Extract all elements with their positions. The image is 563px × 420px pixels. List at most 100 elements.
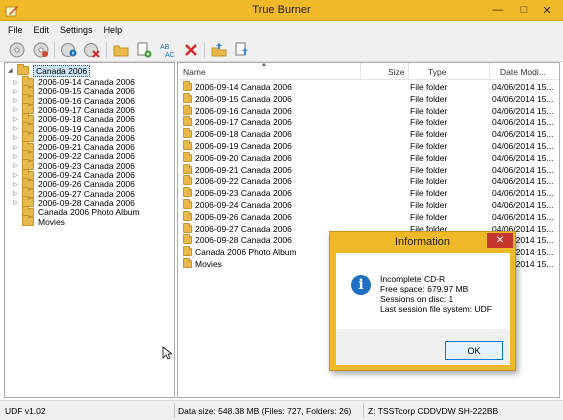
folder-icon (183, 81, 192, 91)
menu-edit[interactable]: Edit (34, 25, 50, 35)
row-type: File folder (410, 129, 448, 140)
ok-button[interactable]: OK (445, 341, 503, 360)
list-row[interactable]: 2006-09-24 Canada 2006 File folder 04/06/2… (178, 199, 559, 211)
row-name: 2006-09-27 Canada 2006 (183, 222, 292, 234)
list-row[interactable]: 2006-09-16 Canada 2006 File folder 04/06/2… (178, 104, 559, 117)
row-name: 2006-09-26 Canada 2006 (183, 210, 292, 222)
delete-icon[interactable] (181, 40, 201, 60)
list-row[interactable]: 2006-09-26 Canada 2006 File folder 04/06/2… (178, 210, 559, 223)
title-bar[interactable]: True Burner — □ ✕ (0, 0, 563, 21)
folder-icon (183, 210, 192, 221)
expand-icon[interactable]: ▷ (13, 125, 19, 132)
row-name-label: 2006-09-20 Canada 2006 (195, 152, 292, 163)
rename-icon[interactable]: AB AC (158, 40, 178, 60)
information-dialog[interactable]: Information ✕ i Incomplete CD-R Free spa… (329, 231, 516, 371)
list-row[interactable]: 2006-09-17 Canada 2006 File folder 04/06/2… (178, 116, 559, 128)
row-name: 2006-09-15 Canada 2006 (183, 92, 292, 104)
column-name[interactable]: Name (183, 67, 206, 77)
menu-help[interactable]: Help (104, 25, 123, 35)
row-name: 2006-09-19 Canada 2006 (183, 140, 292, 151)
expand-icon[interactable]: ▷ (13, 181, 19, 188)
row-name: 2006-09-22 Canada 2006 (183, 175, 292, 186)
menu-bar: File Edit Settings Help (0, 21, 563, 38)
new-folder-icon[interactable] (111, 40, 131, 60)
row-type: File folder (410, 200, 448, 210)
dialog-line-sessions: Sessions on disc: 1 (380, 294, 454, 304)
folder-icon (183, 175, 192, 186)
menu-file[interactable]: File (8, 25, 23, 35)
row-date: 04/06/2014 15... (492, 129, 554, 140)
row-date: 04/06/2014 15... (492, 82, 554, 92)
folder-icon (183, 128, 192, 139)
row-name-label: 2006-09-19 Canada 2006 (195, 141, 292, 151)
expand-icon[interactable]: ▷ (13, 106, 19, 113)
list-row[interactable]: 2006-09-14 Canada 2006 File folder 04/06/2… (178, 81, 559, 93)
tree-root-label: Canada 2006 (33, 64, 91, 77)
row-name-label: 2006-09-27 Canada 2006 (195, 223, 292, 234)
column-size[interactable]: Size (388, 67, 405, 77)
move-up-icon[interactable] (209, 40, 229, 60)
burn-image-icon[interactable] (31, 40, 51, 60)
expand-icon[interactable]: ▷ (13, 134, 19, 141)
add-files-icon[interactable] (134, 40, 154, 60)
folder-icon (183, 104, 192, 115)
column-type[interactable]: Type (428, 67, 446, 77)
row-name-label: Movies (195, 259, 222, 269)
status-drive: Z: TSSTcorp CDDVDW SH-222BB (368, 406, 499, 416)
status-version: UDF v1.02 (5, 406, 46, 416)
list-row[interactable]: 2006-09-23 Canada 2006 File folder 04/06/2… (178, 187, 559, 199)
column-date[interactable]: Date Modi... (500, 67, 546, 77)
expand-icon[interactable]: ▷ (13, 79, 19, 86)
expand-icon[interactable]: ▷ (13, 97, 19, 104)
row-type: File folder (410, 141, 448, 151)
row-name-label: 2006-09-16 Canada 2006 (195, 105, 292, 116)
row-date: 04/06/2014 15... (492, 176, 554, 187)
menu-settings[interactable]: Settings (60, 25, 93, 35)
folder-icon (17, 64, 29, 75)
expand-icon[interactable]: ▷ (13, 190, 19, 197)
list-row[interactable]: 2006-09-19 Canada 2006 File folder 04/06/2… (178, 140, 559, 152)
expand-icon[interactable]: ▷ (13, 162, 19, 169)
folder-icon (22, 215, 34, 226)
dialog-line-free-space: Free space: 679.97 MB (380, 284, 469, 294)
list-row[interactable]: 2006-09-21 Canada 2006 File folder 04/06/2… (178, 163, 559, 176)
folder-icon (183, 163, 192, 174)
dialog-footer: OK (336, 329, 510, 365)
close-button[interactable]: ✕ (533, 0, 561, 20)
expand-icon[interactable]: ▷ (13, 153, 19, 160)
row-name-label: 2006-09-14 Canada 2006 (195, 82, 292, 92)
disc-info-icon[interactable] (59, 40, 79, 60)
expand-icon[interactable]: ▷ (13, 172, 19, 179)
row-name: 2006-09-16 Canada 2006 (183, 104, 292, 116)
tree-root[interactable]: ◢ Canada 2006 (8, 64, 91, 77)
dialog-close-button[interactable]: ✕ (487, 233, 513, 248)
tree-item-label: Movies (38, 216, 65, 227)
erase-disc-icon[interactable] (82, 40, 102, 60)
list-row[interactable]: 2006-09-18 Canada 2006 File folder 04/06/2… (178, 128, 559, 140)
tree-item[interactable]: Movies (13, 215, 65, 227)
folder-icon (183, 246, 192, 257)
folder-tree[interactable]: ◢ Canada 2006 ▷ 2006-09-14 Canada 2006 ▷ 20… (4, 62, 175, 398)
row-name: Movies (183, 258, 222, 269)
folder-icon (183, 199, 192, 209)
folder-icon (183, 92, 192, 103)
list-row[interactable]: 2006-09-22 Canada 2006 File folder 04/06/2… (178, 175, 559, 187)
row-date: 04/06/2014 15... (492, 188, 554, 199)
row-name: 2006-09-14 Canada 2006 (183, 81, 292, 92)
expand-icon[interactable]: ▷ (13, 88, 19, 95)
row-name-label: 2006-09-24 Canada 2006 (195, 200, 292, 210)
expand-icon[interactable]: ▷ (13, 116, 19, 123)
minimize-button[interactable]: — (484, 0, 512, 20)
import-session-icon[interactable] (232, 40, 252, 60)
burn-disc-icon[interactable] (7, 40, 27, 60)
list-row[interactable]: 2006-09-15 Canada 2006 File folder 04/06/2… (178, 92, 559, 105)
row-type: File folder (410, 105, 448, 116)
row-name-label: 2006-09-28 Canada 2006 (195, 235, 292, 246)
collapse-icon[interactable]: ◢ (8, 67, 14, 74)
list-row[interactable]: 2006-09-20 Canada 2006 File folder 04/06/2… (178, 151, 559, 164)
dialog-body: i Incomplete CD-R Free space: 679.97 MB … (336, 253, 510, 365)
expand-icon[interactable]: ▷ (13, 144, 19, 151)
folder-icon (183, 187, 192, 198)
row-date: 04/06/2014 15... (492, 93, 554, 104)
expand-icon[interactable]: ▷ (13, 199, 19, 206)
